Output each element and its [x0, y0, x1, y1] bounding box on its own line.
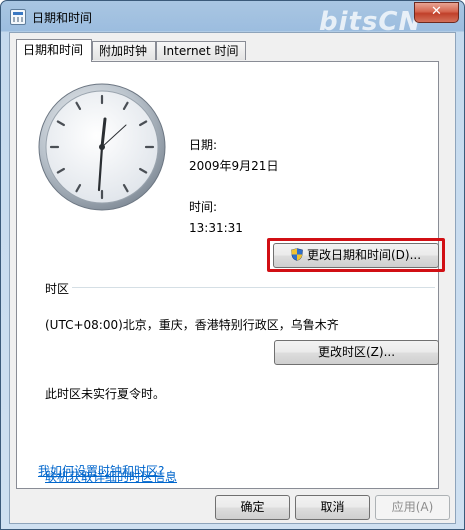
title-bar[interactable]: 日期和时间 bitsCN ✕	[1, 1, 464, 37]
change-date-time-button[interactable]: 更改日期和时间(D)...	[273, 243, 439, 268]
close-icon: ✕	[431, 4, 442, 19]
tab-panel-date-time: 日期: 2009年9月21日 时间: 13:31:31 更改日期和时间(D)..…	[16, 61, 445, 489]
how-to-set-clock-link[interactable]: 我如何设置时钟和时区?	[38, 462, 164, 479]
date-value: 2009年9月21日	[189, 159, 279, 173]
change-date-time-label: 更改日期和时间(D)...	[306, 248, 422, 262]
timezone-value: (UTC+08:00)北京，重庆，香港特别行政区，乌鲁木齐	[45, 318, 339, 332]
time-label: 时间:	[189, 200, 218, 214]
time-value: 13:31:31	[189, 221, 243, 235]
analog-clock	[38, 83, 166, 211]
tab-additional-clocks[interactable]: 附加时钟	[92, 41, 156, 60]
tab-date-time[interactable]: 日期和时间	[16, 39, 92, 62]
dialog-client: 日期和时间 附加时钟 Internet 时间 日期: 2009年9月21日 时间…	[9, 32, 456, 524]
tab-internet-time[interactable]: Internet 时间	[156, 41, 246, 60]
calendar-clock-icon	[10, 9, 26, 25]
uac-shield-icon	[291, 248, 303, 261]
timezone-divider	[72, 287, 435, 288]
date-time-dialog: 日期和时间 bitsCN ✕ 日期和时间 附加时钟 Internet 时间 日期…	[0, 0, 465, 530]
date-label: 日期:	[189, 138, 218, 152]
cancel-button[interactable]: 取消	[295, 495, 370, 520]
ok-button[interactable]: 确定	[215, 495, 290, 520]
change-timezone-button[interactable]: 更改时区(Z)...	[274, 340, 439, 365]
apply-button[interactable]: 应用(A)	[375, 495, 450, 520]
dst-note: 此时区未实行夏令时。	[45, 387, 166, 401]
window-title: 日期和时间	[32, 11, 93, 25]
close-button[interactable]: ✕	[414, 2, 459, 23]
timezone-section-label: 时区	[45, 282, 70, 296]
